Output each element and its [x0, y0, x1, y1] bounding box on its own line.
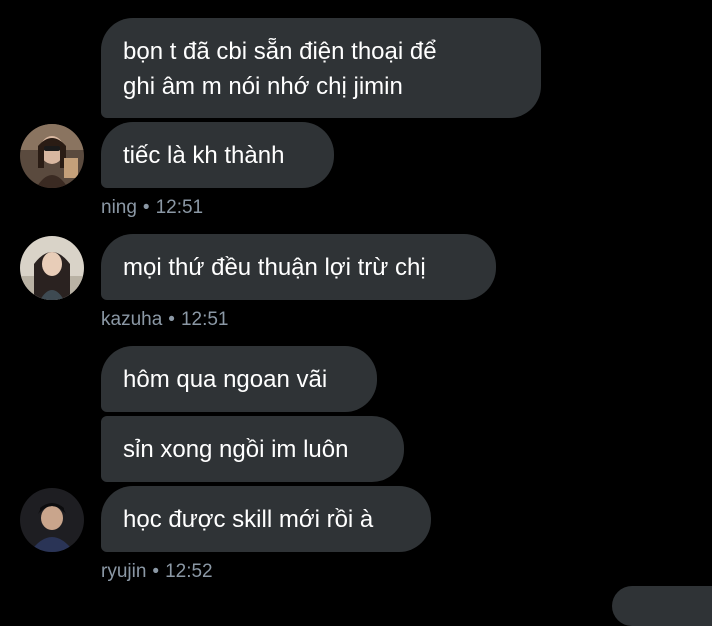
message-bubble[interactable]: sỉn xong ngồi im luôn	[101, 416, 404, 482]
avatar-image	[20, 236, 84, 300]
message-time: 12:51	[155, 197, 204, 218]
message-text-line: ghi âm m nói nhớ chị jimin	[123, 73, 403, 100]
message-text: học được skill mới rồi à	[123, 506, 374, 533]
message-text-line: bọn t đã cbi sẵn điện thoại để	[123, 38, 437, 65]
message-text: tiếc là kh thành	[123, 142, 285, 169]
avatar-kazuha[interactable]	[20, 236, 84, 300]
message-text: sỉn xong ngồi im luôn	[123, 436, 349, 463]
sender-name: ryujin	[101, 561, 147, 582]
message-bubble[interactable]: hôm qua ngoan vãi	[101, 346, 377, 412]
message-bubble[interactable]: mọi thứ đều thuận lợi trừ chị	[101, 234, 496, 300]
message-time: 12:52	[165, 561, 213, 582]
message-meta: ning • 12:51	[101, 197, 203, 219]
message-bubble-partial[interactable]	[612, 586, 712, 626]
message-bubble[interactable]: học được skill mới rồi à	[101, 486, 431, 552]
avatar-ning[interactable]	[20, 124, 84, 188]
meta-separator: •	[152, 561, 160, 582]
meta-separator: •	[168, 309, 175, 330]
message-text: mọi thứ đều thuận lợi trừ chị	[123, 254, 426, 281]
avatar-image	[20, 124, 84, 188]
message-meta: ryujin • 12:52	[101, 561, 213, 583]
meta-separator: •	[142, 197, 150, 218]
sender-name: ning	[101, 197, 137, 218]
message-time: 12:51	[180, 309, 229, 330]
message-bubble[interactable]: tiếc là kh thành	[101, 122, 334, 188]
message-meta: kazuha • 12:51	[101, 309, 228, 331]
avatar-image	[20, 488, 84, 552]
avatar-ryujin[interactable]	[20, 488, 84, 552]
message-text: hôm qua ngoan vãi	[123, 366, 328, 393]
message-bubble[interactable]: bọn t đã cbi sẵn điện thoại để ghi âm m …	[101, 18, 541, 118]
sender-name: kazuha	[101, 309, 163, 330]
